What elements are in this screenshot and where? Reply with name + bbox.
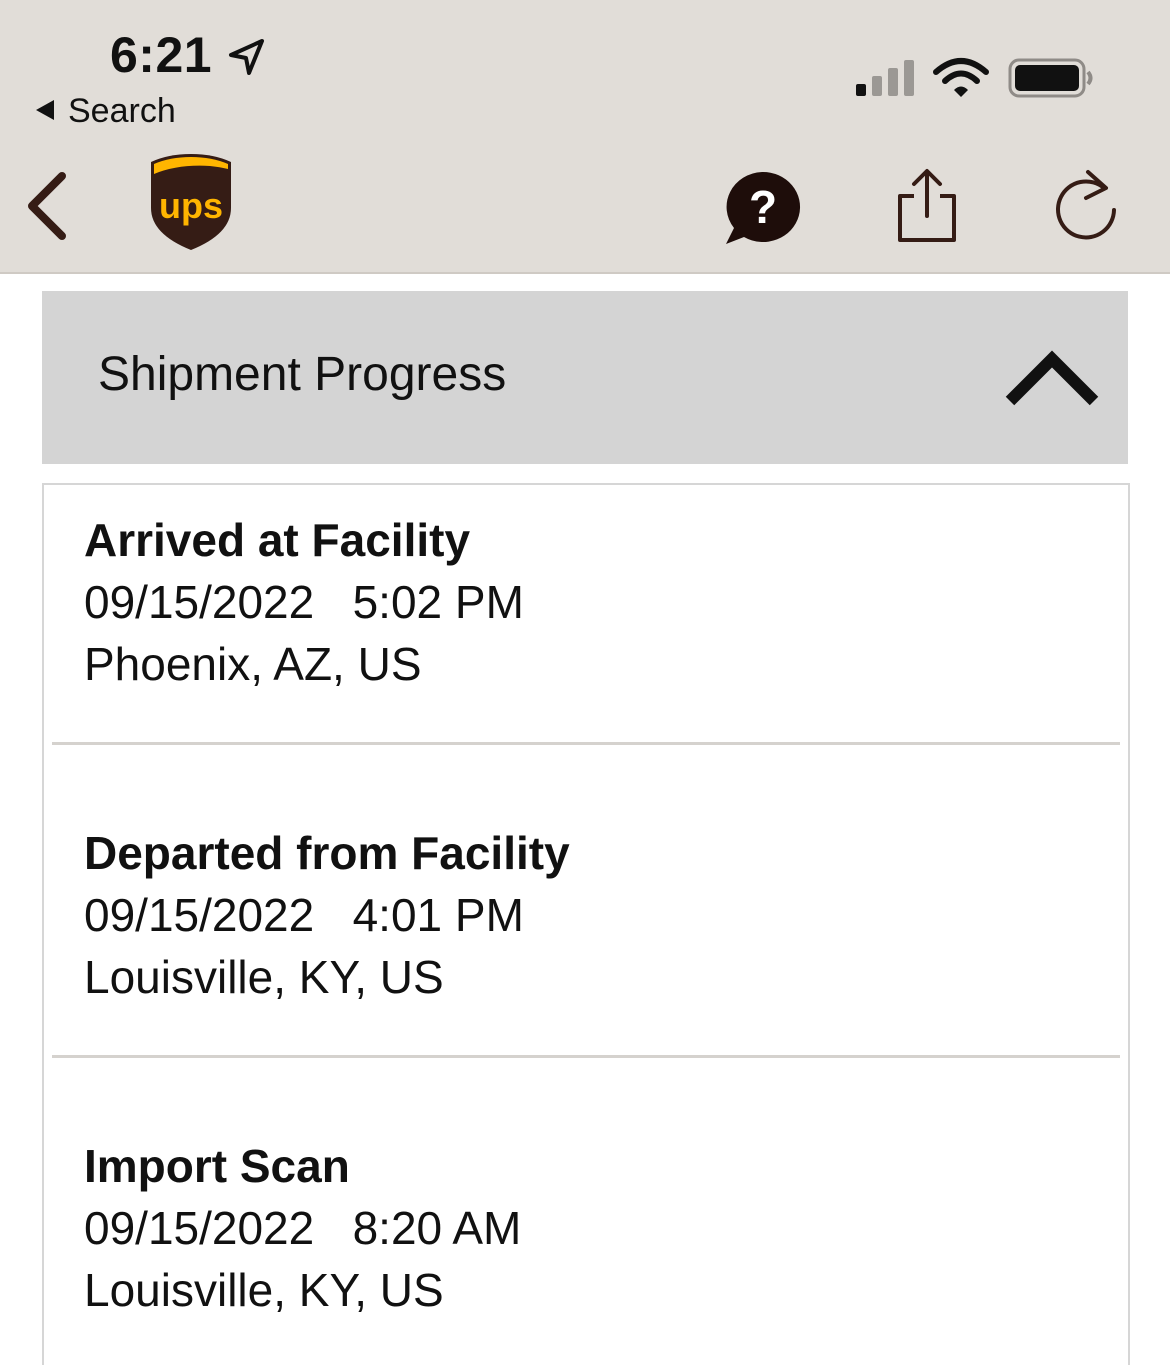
status-time: 6:21	[110, 27, 213, 83]
back-triangle-icon	[36, 100, 54, 121]
event-location: Phoenix, AZ, US	[84, 638, 422, 690]
chevron-left-icon[interactable]	[20, 170, 72, 242]
app-header: 6:21 Search ups ?	[0, 0, 1170, 274]
event-status: Departed from Facility	[84, 827, 570, 879]
chevron-up-icon[interactable]	[1004, 349, 1100, 409]
event-status: Arrived at Facility	[84, 514, 471, 566]
battery-icon	[1008, 58, 1093, 98]
event-time: 4:01 PM	[352, 889, 524, 941]
event-status: Import Scan	[84, 1140, 350, 1192]
progress-event: Departed from Facility 09/15/2022 4:01 P…	[84, 822, 570, 1008]
section-title: Shipment Progress	[98, 348, 507, 401]
progress-event: Arrived at Facility 09/15/2022 5:02 PM P…	[84, 509, 524, 695]
ups-logo: ups	[151, 154, 231, 250]
cellular-signal-icon	[856, 60, 914, 96]
ups-logo-text: ups	[159, 185, 223, 226]
event-time: 8:20 AM	[352, 1202, 522, 1254]
share-icon[interactable]	[894, 166, 960, 244]
event-date: 09/15/2022	[84, 1202, 315, 1254]
event-location: Louisville, KY, US	[84, 1264, 444, 1316]
location-arrow-icon	[229, 39, 264, 75]
svg-text:?: ?	[749, 181, 777, 233]
divider	[52, 1055, 1120, 1058]
event-location: Louisville, KY, US	[84, 951, 444, 1003]
event-date: 09/15/2022	[84, 576, 315, 628]
event-time: 5:02 PM	[352, 576, 524, 628]
back-app-label: Search	[68, 92, 176, 130]
help-bubble-icon[interactable]: ?	[722, 170, 802, 246]
back-to-app-link[interactable]: Search	[36, 92, 176, 131]
progress-event-list: Arrived at Facility 09/15/2022 5:02 PM P…	[42, 483, 1130, 1365]
shipment-progress-toggle[interactable]: Shipment Progress	[42, 291, 1128, 464]
progress-event: Import Scan 09/15/2022 8:20 AM Louisvill…	[84, 1135, 521, 1321]
event-date: 09/15/2022	[84, 889, 315, 941]
refresh-icon[interactable]	[1052, 168, 1122, 240]
wifi-icon	[933, 58, 989, 97]
divider	[52, 742, 1120, 745]
